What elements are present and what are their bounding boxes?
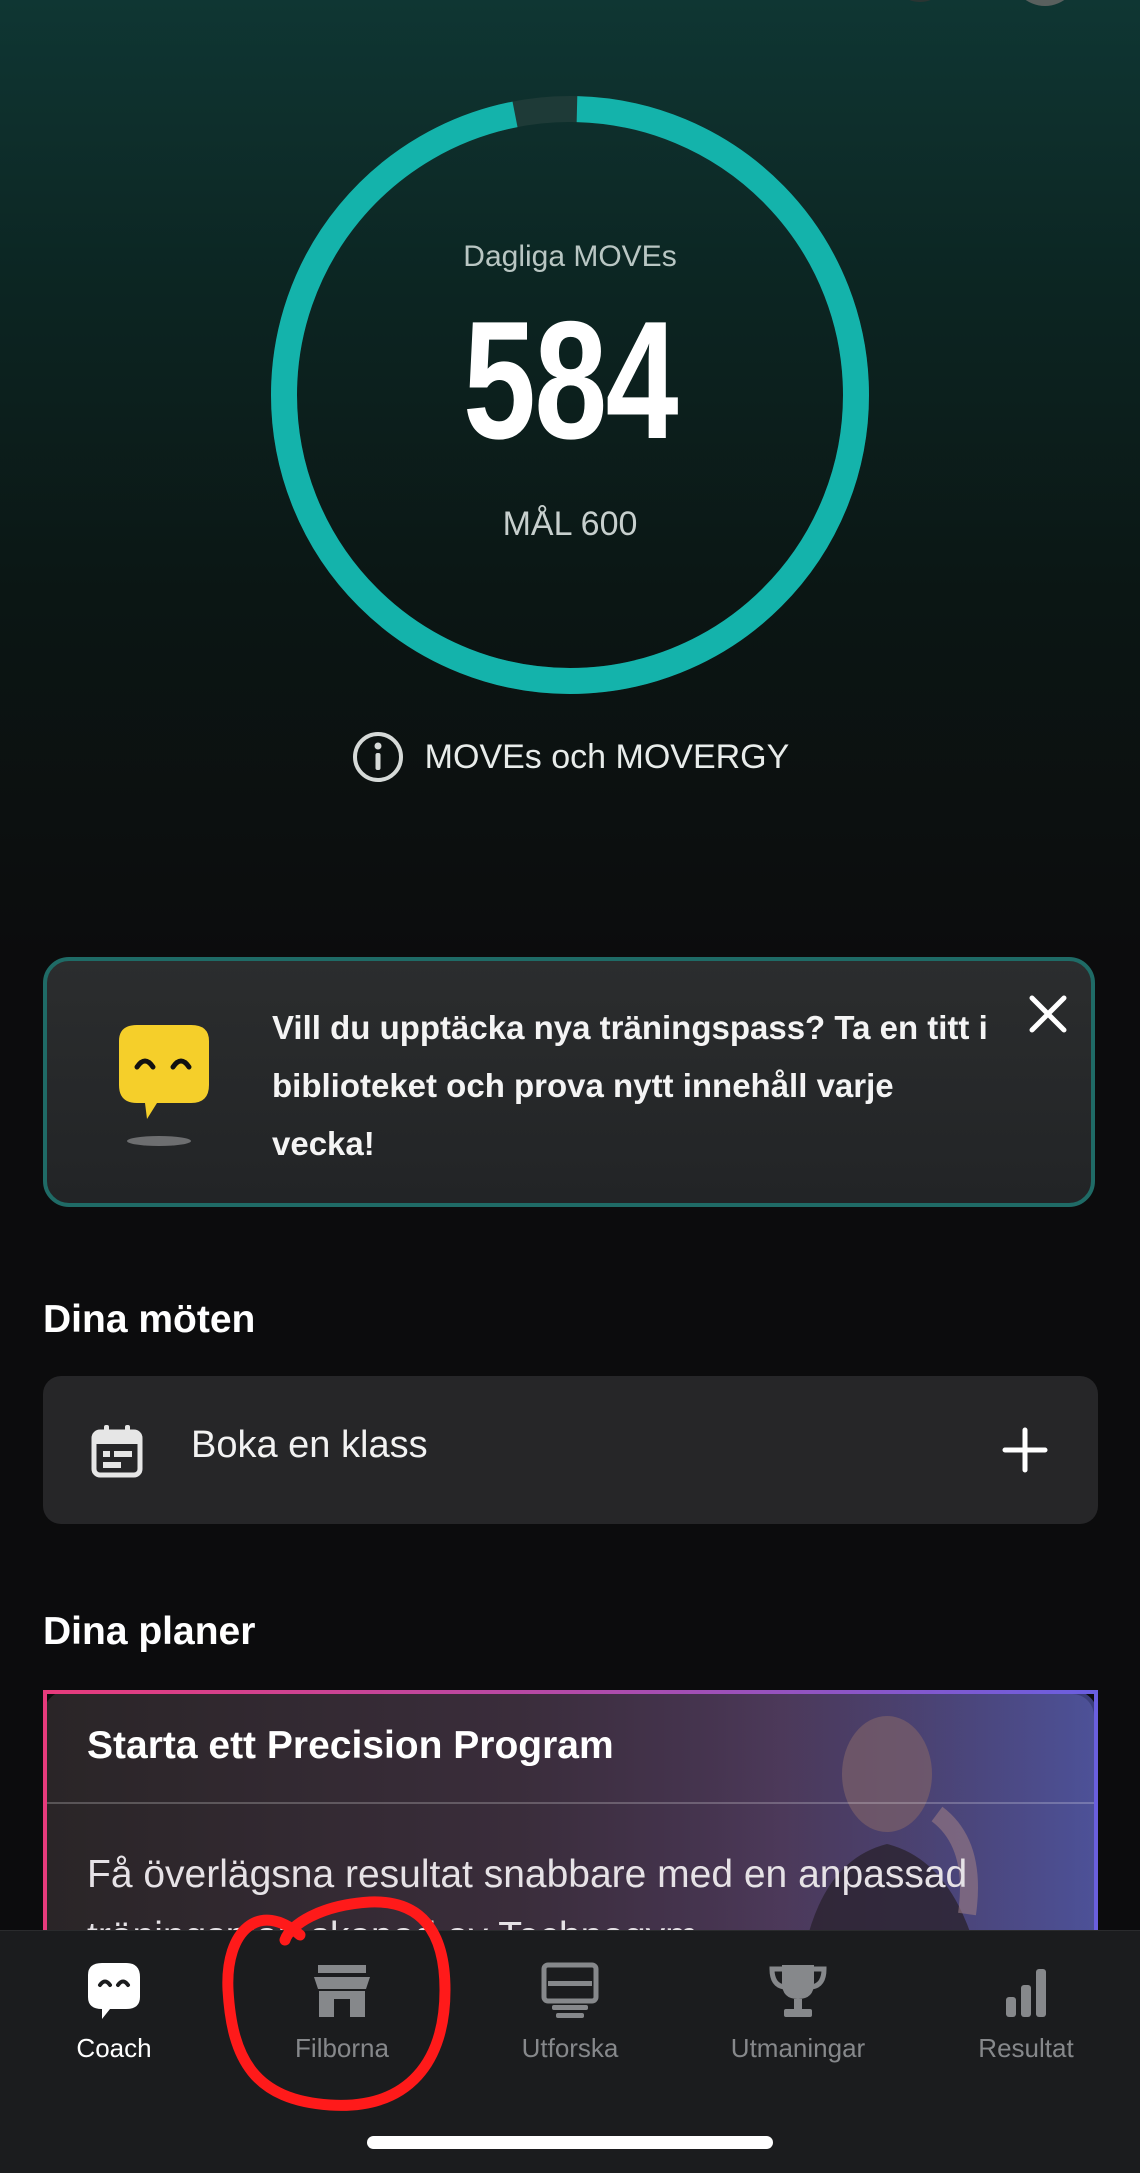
bar-chart-icon: [1006, 1969, 1046, 2017]
tab-utmaningar[interactable]: Utmaningar: [684, 1961, 912, 2064]
tab-filborna-label: Filborna: [295, 2033, 389, 2063]
tab-utmaningar-label: Utmaningar: [730, 2033, 866, 2063]
tip-message: Vill du upptäcka nya träningspass? Ta en…: [272, 1009, 988, 1162]
home-indicator[interactable]: [367, 2136, 773, 2149]
book-class-button[interactable]: Boka en klass: [43, 1376, 1098, 1524]
plan-card-title: Starta ett Precision Program: [87, 1724, 614, 1767]
plans-section-title: Dina planer: [43, 1610, 256, 1653]
smiling-chat-bubble-icon: [119, 1025, 209, 1146]
tab-resultat-label: Resultat: [978, 2033, 1074, 2063]
daily-moves-label: Dagliga MOVEs: [463, 240, 677, 273]
monitor-icon: [541, 1962, 599, 2018]
daily-moves-ring[interactable]: Dagliga MOVEs 584 MÅL 600: [0, 0, 1140, 720]
coach-chat-icon: [88, 1963, 140, 2019]
meetings-section-title: Dina möten: [43, 1298, 256, 1341]
plan-card-divider: [47, 1802, 1094, 1804]
tab-utforska[interactable]: Utforska: [456, 1961, 684, 2064]
trophy-icon: [769, 1965, 827, 2017]
moves-info-link[interactable]: MOVEs och MOVERGY: [0, 730, 1140, 784]
tab-filborna[interactable]: Filborna: [228, 1961, 456, 2064]
tab-coach-label: Coach: [76, 2033, 152, 2063]
book-class-label: Boka en klass: [191, 1424, 428, 1466]
moves-info-label: MOVEs och MOVERGY: [424, 737, 790, 776]
storefront-icon: [314, 1965, 370, 2017]
close-icon[interactable]: [1025, 991, 1071, 1037]
daily-moves-value: 584: [463, 286, 679, 474]
calendar-icon: [91, 1425, 143, 1478]
info-icon: [352, 732, 403, 782]
tab-resultat[interactable]: Resultat: [912, 1961, 1140, 2064]
tab-coach[interactable]: Coach: [0, 1961, 228, 2064]
plus-icon[interactable]: [1001, 1426, 1049, 1474]
daily-moves-goal: MÅL 600: [502, 505, 638, 543]
tab-utforska-label: Utforska: [521, 2033, 619, 2063]
discover-tip-card[interactable]: Vill du upptäcka nya träningspass? Ta en…: [43, 957, 1095, 1207]
